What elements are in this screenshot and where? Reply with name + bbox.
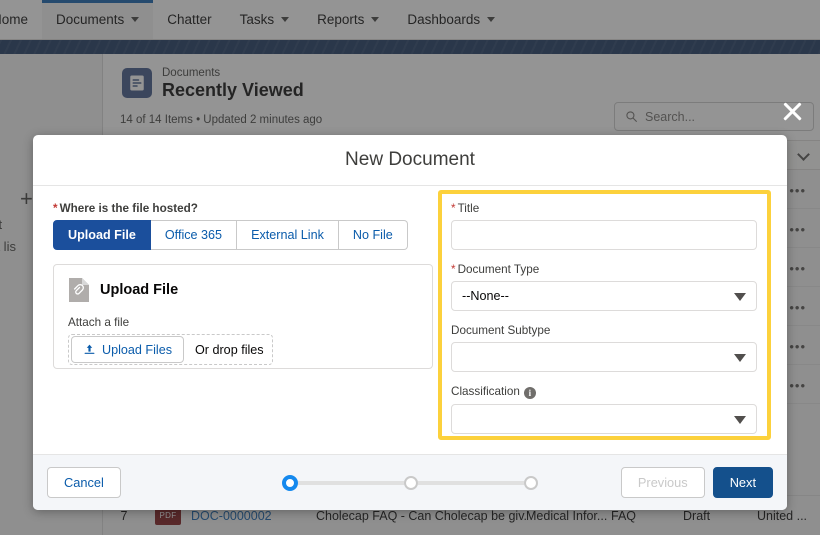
host-option-external-link[interactable]: External Link xyxy=(237,220,339,250)
modal-footer: Cancel Previous Next xyxy=(33,454,787,510)
classification-label: Classification i xyxy=(451,385,757,399)
progress-line xyxy=(298,481,404,485)
upload-card-header: Upload File xyxy=(68,277,418,303)
modal-body: *Where is the file hosted? Upload File O… xyxy=(33,186,787,454)
details-fields: *Title *Document Type xyxy=(451,202,757,447)
progress-indicator xyxy=(282,475,538,491)
modal-header: New Document xyxy=(33,135,787,186)
field-classification: Classification i xyxy=(451,385,757,434)
host-option-no-file[interactable]: No File xyxy=(339,220,408,250)
document-type-label: *Document Type xyxy=(451,263,757,276)
title-label: *Title xyxy=(451,202,757,215)
progress-line xyxy=(418,481,524,485)
file-host-section: *Where is the file hosted? Upload File O… xyxy=(53,202,433,454)
host-option-office-365[interactable]: Office 365 xyxy=(151,220,237,250)
field-document-type: *Document Type xyxy=(451,263,757,311)
classification-select[interactable] xyxy=(451,404,757,434)
upload-files-label: Upload Files xyxy=(102,343,172,357)
upload-file-card: Upload File Attach a file Upload Files O… xyxy=(53,264,433,369)
next-button[interactable]: Next xyxy=(713,467,773,498)
progress-step-1[interactable] xyxy=(282,475,298,491)
new-document-modal: New Document *Where is the file hosted? … xyxy=(33,135,787,510)
field-title: *Title xyxy=(451,202,757,250)
document-type-label-text: Document Type xyxy=(458,263,540,276)
document-type-select-wrap xyxy=(451,281,757,311)
title-input[interactable] xyxy=(451,220,757,250)
file-host-label-text: Where is the file hosted? xyxy=(60,202,198,215)
document-type-select[interactable] xyxy=(451,281,757,311)
app-root: Home Documents Chatter Tasks Reports Das… xyxy=(0,0,820,535)
previous-button: Previous xyxy=(621,467,705,498)
upload-files-button[interactable]: Upload Files xyxy=(71,336,184,363)
attachment-file-icon xyxy=(68,277,90,303)
host-option-upload-file[interactable]: Upload File xyxy=(53,220,151,250)
classification-label-text: Classification xyxy=(451,385,520,398)
document-subtype-label: Document Subtype xyxy=(451,324,757,337)
drop-files-text: Or drop files xyxy=(195,343,264,357)
document-subtype-select-wrap xyxy=(451,342,757,372)
footer-actions: Previous Next xyxy=(621,467,773,498)
attach-file-label: Attach a file xyxy=(68,316,418,329)
upload-icon xyxy=(83,343,96,356)
upload-card-title: Upload File xyxy=(100,282,178,298)
document-details-section: *Title *Document Type xyxy=(433,202,767,454)
required-indicator: * xyxy=(451,263,456,276)
title-label-text: Title xyxy=(458,202,480,215)
required-indicator: * xyxy=(451,202,456,215)
document-subtype-select[interactable] xyxy=(451,342,757,372)
field-document-subtype: Document Subtype xyxy=(451,324,757,372)
progress-step-2[interactable] xyxy=(404,476,418,490)
file-host-button-group: Upload File Office 365 External Link No … xyxy=(53,220,433,250)
info-icon[interactable]: i xyxy=(524,387,536,399)
close-icon[interactable] xyxy=(779,98,805,124)
classification-select-wrap xyxy=(451,404,757,434)
file-dropzone[interactable]: Upload Files Or drop files xyxy=(68,334,273,365)
modal-title: New Document xyxy=(345,149,475,171)
file-host-label: *Where is the file hosted? xyxy=(53,202,433,215)
required-indicator: * xyxy=(53,202,58,215)
cancel-button[interactable]: Cancel xyxy=(47,467,121,498)
progress-step-3[interactable] xyxy=(524,476,538,490)
